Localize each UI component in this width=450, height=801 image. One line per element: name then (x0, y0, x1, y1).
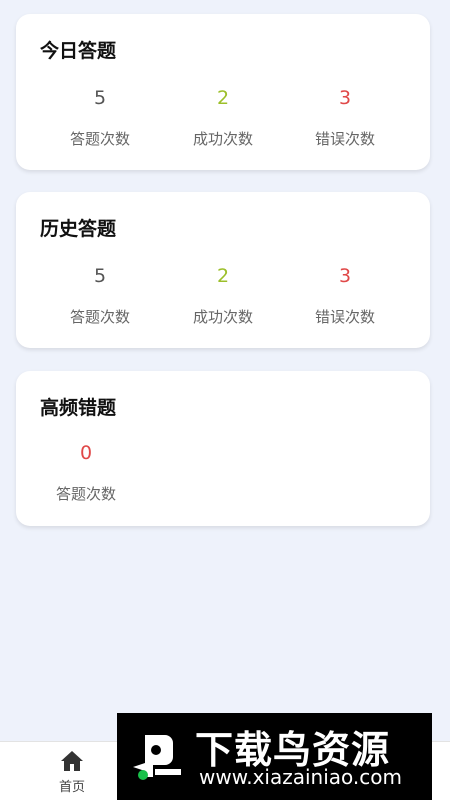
today-success-value: 2 (216, 87, 230, 109)
tab-home[interactable]: 首页 (50, 750, 94, 795)
today-stat-success: 2 成功次数 (163, 86, 283, 149)
frequent-attempts-label: 答题次数 (55, 485, 116, 503)
today-stat-attempts: 5 答题次数 (40, 86, 160, 149)
watermark-url: www.xiazainiao.com (199, 765, 402, 789)
history-stat-success: 2 成功次数 (163, 264, 283, 327)
history-stat-errors: 3 错误次数 (285, 264, 405, 327)
bird-logo-icon (125, 723, 191, 789)
today-attempts-value: 5 (93, 87, 107, 109)
history-title: 历史答题 (40, 218, 117, 240)
today-errors-label: 错误次数 (314, 130, 375, 148)
frequent-title: 高频错题 (40, 397, 117, 419)
home-icon (61, 751, 83, 771)
history-stat-attempts: 5 答题次数 (40, 264, 160, 327)
history-attempts-value: 5 (93, 265, 107, 287)
frequent-attempts-value: 0 (79, 442, 93, 464)
today-success-label: 成功次数 (192, 130, 253, 148)
watermark-banner: 下载鸟资源 www.xiazainiao.com (117, 713, 432, 800)
today-card: 今日答题 5 答题次数 2 成功次数 3 错误次数 (16, 14, 430, 170)
history-success-label: 成功次数 (192, 308, 253, 326)
today-stat-errors: 3 错误次数 (285, 86, 405, 149)
history-card: 历史答题 5 答题次数 2 成功次数 3 错误次数 (16, 192, 430, 348)
today-title: 今日答题 (40, 40, 117, 62)
history-success-value: 2 (216, 265, 230, 287)
today-attempts-label: 答题次数 (69, 130, 130, 148)
frequent-errors-card[interactable]: 高频错题 0 答题次数 (16, 371, 430, 526)
tab-home-label: 首页 (58, 780, 85, 795)
history-attempts-label: 答题次数 (69, 308, 130, 326)
history-errors-label: 错误次数 (314, 308, 375, 326)
today-errors-value: 3 (338, 87, 352, 109)
frequent-stat-attempts: 0 答题次数 (26, 441, 146, 504)
history-errors-value: 3 (338, 265, 352, 287)
